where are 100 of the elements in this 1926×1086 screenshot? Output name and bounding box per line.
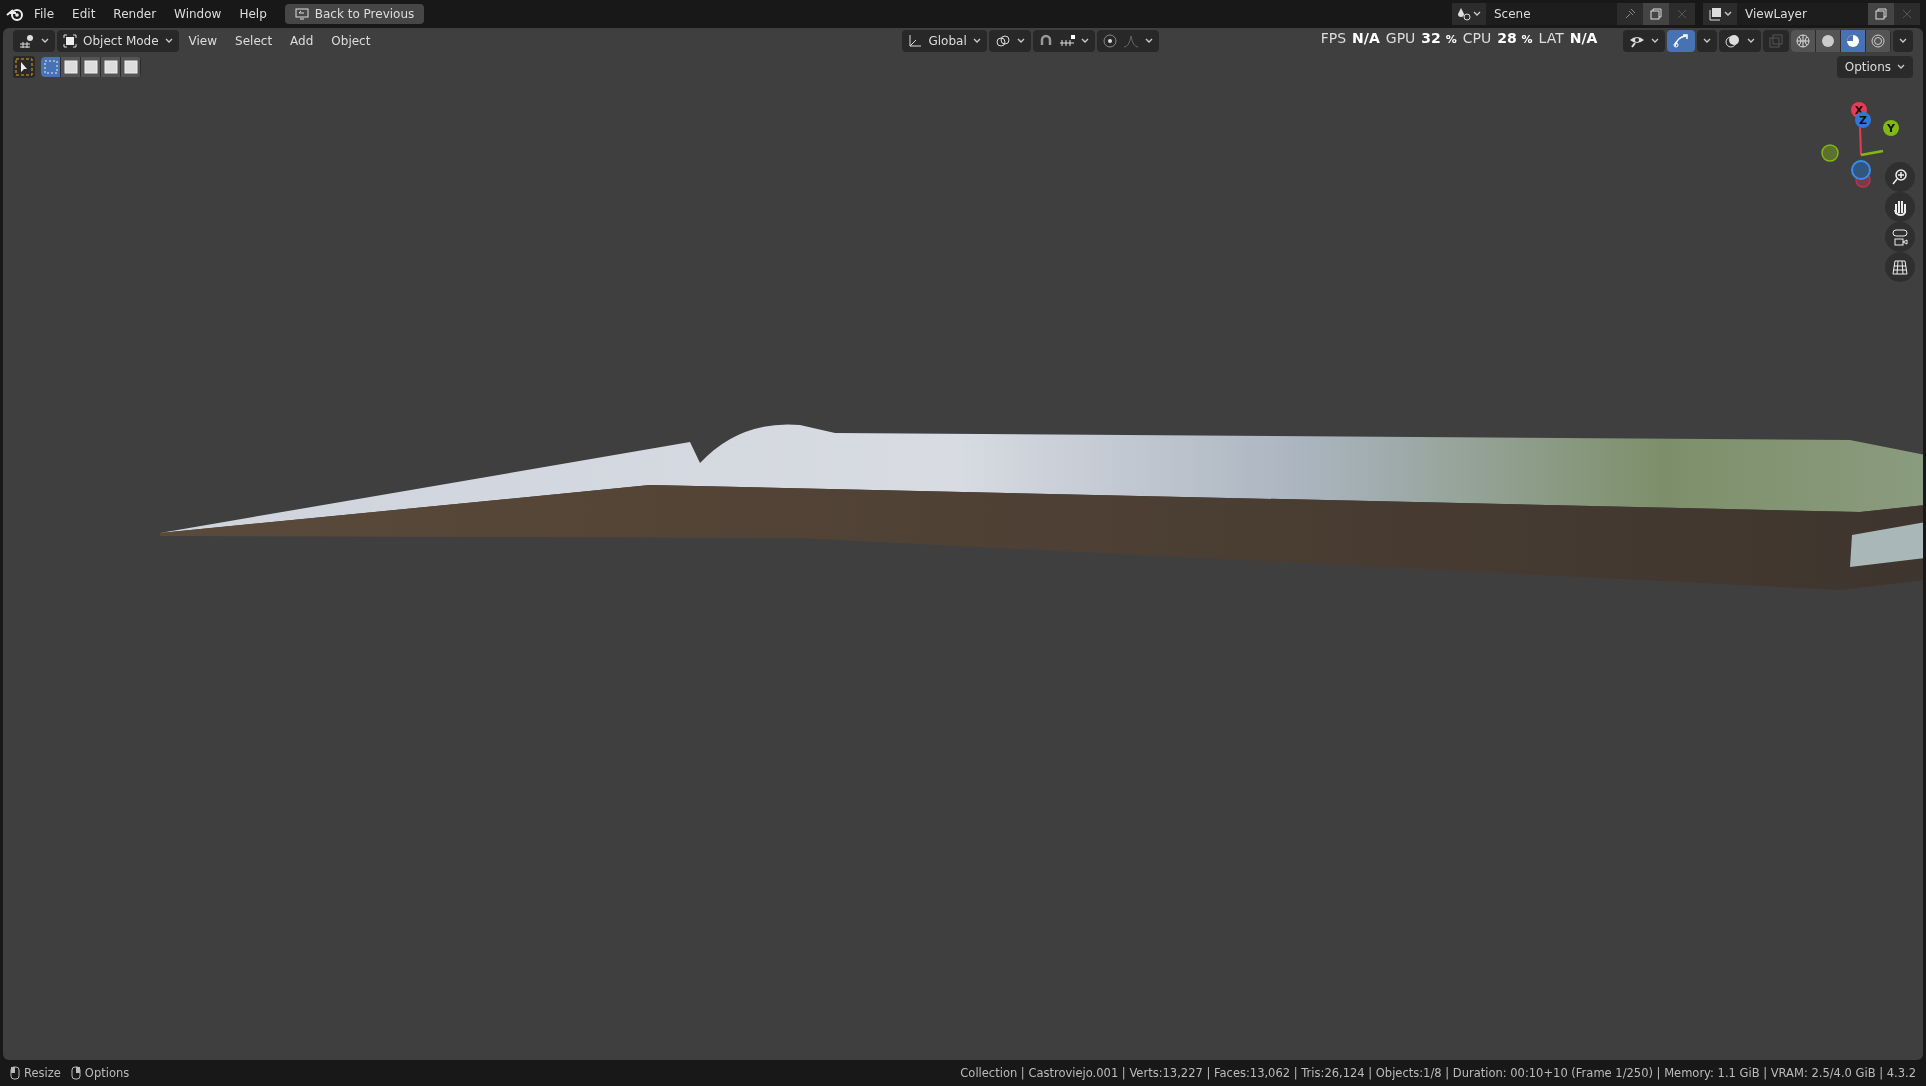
dropdown-caret-icon [1473, 11, 1481, 17]
dropdown-caret-icon [41, 38, 49, 44]
pan-button[interactable] [1885, 192, 1915, 222]
dropdown-caret-icon [1080, 38, 1089, 44]
stat-label: CPU [1462, 30, 1492, 46]
editor-type-icon [19, 34, 35, 48]
xray-toggle[interactable] [1763, 30, 1789, 52]
proportional-edit-icon [1102, 34, 1117, 48]
object-mode-icon [63, 34, 77, 48]
mouse-icon [10, 1066, 20, 1080]
duplicate-icon [1650, 8, 1662, 20]
visibility-dropdown[interactable] [1623, 30, 1665, 52]
mode-dropdown[interactable]: Object Mode [57, 30, 179, 52]
camera-icon [1891, 228, 1909, 246]
view-layer-field[interactable]: ViewLayer [1737, 3, 1868, 25]
perspective-button[interactable] [1885, 252, 1915, 282]
status-hint: Options [84, 1066, 130, 1080]
dropdown-caret-icon [1651, 38, 1659, 44]
square-icon [103, 60, 118, 74]
square-icon [123, 60, 138, 74]
menu-item[interactable]: Edit [64, 4, 104, 24]
duplicate-button[interactable] [1643, 3, 1669, 25]
snap-dropdown[interactable] [1032, 30, 1095, 52]
material-sphere-icon [1845, 33, 1861, 49]
shading-mode-button[interactable] [1816, 30, 1840, 52]
options-dropdown[interactable]: Options [1836, 56, 1913, 78]
dropdown-caret-icon [1897, 64, 1905, 70]
selection-mode-button[interactable] [61, 57, 80, 77]
mouse-icon [70, 1066, 81, 1080]
selection-mode-button[interactable] [121, 57, 140, 77]
square-icon [83, 60, 98, 74]
selection-mode-button[interactable] [101, 57, 120, 77]
scene-selector[interactable] [1452, 3, 1486, 25]
pin-icon [1624, 8, 1636, 20]
camera-view-button[interactable] [1885, 222, 1915, 252]
rendered-sphere-icon [1870, 33, 1886, 49]
stat-label: FPS [1320, 30, 1347, 46]
scene-field[interactable]: Scene [1486, 3, 1617, 25]
close-icon [1902, 9, 1912, 19]
zoom-icon [1891, 168, 1909, 186]
xray-icon [1769, 34, 1783, 48]
menu-item[interactable]: Object [323, 31, 379, 51]
duplicate-icon [1875, 8, 1887, 20]
dropdown-caret-icon [1724, 11, 1732, 17]
duplicate-button[interactable] [1868, 3, 1894, 25]
shading-mode-button[interactable] [1791, 30, 1815, 52]
stat-value: N/A [1352, 30, 1380, 46]
dropdown-caret-icon [1144, 38, 1153, 44]
shading-mode-button[interactable] [1866, 30, 1890, 52]
menu-item[interactable]: Help [231, 4, 275, 24]
menu-item[interactable]: View [180, 31, 226, 51]
falloff-curve-icon [1122, 34, 1139, 48]
gizmo-toggle[interactable] [1667, 30, 1695, 52]
pivot-dropdown[interactable] [988, 30, 1031, 52]
editor-type-button[interactable] [13, 30, 55, 52]
menu-item[interactable]: Render [105, 4, 165, 24]
dropdown-caret-icon [1899, 38, 1907, 44]
magnet-icon [1038, 34, 1053, 48]
scene-statistics: Collection | Castroviejo.001 | Verts:13,227 | Faces:13,062 | Tris:26,124 | Objects:1/8 | Duration: 00:10+10 (Frame 1/250) | Memory: 1.1 GiB | VRAM: 2.5/4.0 GiB | 4.3.2 [960, 1066, 1916, 1080]
scene-icon [1457, 7, 1471, 21]
overlay-icon [1725, 34, 1741, 48]
gizmo-icon [1673, 34, 1689, 48]
axes-icon [908, 34, 923, 48]
overlay-dropdown[interactable] [1719, 30, 1761, 52]
snap-increment-icon [1058, 35, 1075, 47]
app-logo-icon[interactable] [6, 7, 24, 21]
square-icon [63, 60, 78, 74]
selection-mode-button[interactable] [81, 57, 100, 77]
stat-value: N/A [1569, 30, 1598, 46]
eye-icon [1629, 34, 1645, 48]
shading-dropdown[interactable] [1893, 30, 1913, 52]
status-hint: Resize [24, 1066, 61, 1080]
stat-value: 28 % [1497, 30, 1533, 46]
stat-label: GPU [1385, 30, 1416, 46]
view-layer-selector[interactable] [1703, 3, 1737, 25]
back-button[interactable]: Back to Previous [284, 4, 425, 24]
menu-item[interactable]: Add [282, 31, 322, 51]
select-tool-button[interactable] [13, 56, 35, 78]
dropdown-caret-icon [972, 38, 981, 44]
select-box-icon [15, 58, 33, 76]
grid-icon [1891, 258, 1909, 276]
menu-item[interactable]: File [26, 4, 63, 24]
wireframe-sphere-icon [1795, 33, 1811, 49]
dropdown-caret-icon [164, 38, 173, 44]
square-icon [43, 60, 58, 74]
selection-mode-button[interactable] [41, 57, 60, 77]
hand-icon [1891, 198, 1909, 216]
pivot-icon [994, 34, 1011, 48]
layers-icon [1708, 7, 1722, 21]
menu-item[interactable]: Window [166, 4, 230, 24]
dropdown-caret-icon [1016, 38, 1025, 44]
proportional-edit-dropdown[interactable] [1096, 30, 1159, 52]
shading-mode-button[interactable] [1841, 30, 1865, 52]
close-icon [1677, 9, 1687, 19]
zoom-button[interactable] [1885, 162, 1915, 192]
dropdown-caret-icon [1747, 38, 1755, 44]
orientation-dropdown[interactable]: Global [902, 30, 987, 52]
menu-item[interactable]: Select [227, 31, 281, 51]
pin-button[interactable] [1617, 3, 1643, 25]
gizmo-dropdown[interactable] [1697, 30, 1717, 52]
